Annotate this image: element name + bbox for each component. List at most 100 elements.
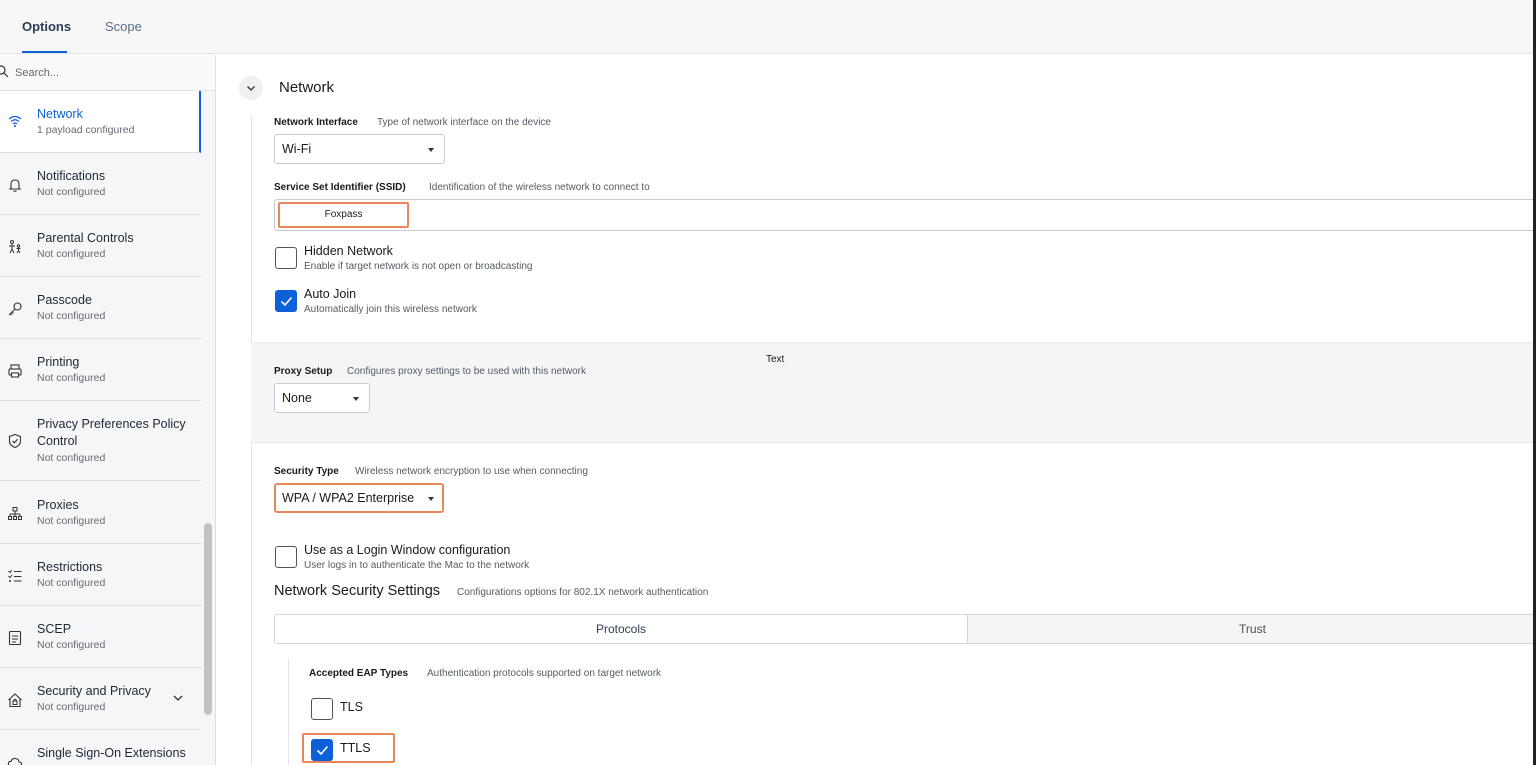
checklist-icon xyxy=(8,569,22,582)
proxy-setup-value: None xyxy=(282,391,312,405)
network-tree-icon xyxy=(8,507,22,520)
sidebar-item-title: Notifications xyxy=(37,169,106,183)
tab-trust[interactable]: Trust xyxy=(967,615,1536,643)
sidebar-item-subtitle: 1 payload configured xyxy=(37,124,135,136)
ssid-label: Service Set Identifier (SSID) xyxy=(274,182,406,193)
auto-join-description: Automatically join this wireless network xyxy=(304,304,477,315)
chevron-down-icon[interactable] xyxy=(172,694,184,702)
network-security-tabs: Protocols Trust xyxy=(274,614,1536,644)
network-interface-description: Type of network interface on the device xyxy=(377,117,551,128)
security-type-label: Security Type xyxy=(274,466,339,477)
sidebar-item-title: Proxies xyxy=(37,498,79,512)
sidebar-item-title: Passcode xyxy=(37,293,92,307)
sidebar-item-title: Restrictions xyxy=(37,560,103,574)
login-window-description: User logs in to authenticate the Mac to … xyxy=(304,560,530,571)
sidebar-item-notifications[interactable]: Notifications Not configured xyxy=(0,153,201,215)
sidebar-item-security-and-privacy[interactable]: Security and Privacy Not configured xyxy=(0,668,201,730)
eap-types-label: Accepted EAP Types xyxy=(309,668,409,679)
sidebar-item-subtitle: Not configured xyxy=(37,372,106,384)
sidebar-item-subtitle: Not configured xyxy=(37,577,106,589)
sidebar-item-privacy-preferences[interactable]: Privacy Preferences Policy Control Not c… xyxy=(0,401,201,481)
ssid-description: Identification of the wireless network t… xyxy=(429,182,650,193)
sidebar-item-proxies[interactable]: Proxies Not configured xyxy=(0,481,201,544)
checkmark-icon xyxy=(316,745,329,756)
search-input[interactable] xyxy=(15,64,205,82)
sidebar-item-single-sign-on[interactable]: Single Sign-On Extensions xyxy=(0,730,201,765)
sidebar-item-subtitle: Not configured xyxy=(37,186,106,198)
security-type-value: WPA / WPA2 Enterprise xyxy=(282,491,415,505)
eap-tls-checkbox[interactable] xyxy=(311,698,333,720)
login-window-label: Use as a Login Window configuration xyxy=(304,543,511,557)
chevron-down-icon xyxy=(247,86,255,91)
hidden-network-checkbox[interactable] xyxy=(275,247,297,269)
sidebar-item-subtitle: Not configured xyxy=(37,639,106,651)
security-type-description: Wireless network encryption to use when … xyxy=(355,466,588,477)
collapse-section-button[interactable] xyxy=(239,76,263,100)
ssid-input[interactable]: Foxpass xyxy=(274,199,1536,231)
eap-divider xyxy=(288,659,289,765)
sidebar-item-title: Single Sign-On Extensions xyxy=(37,746,186,760)
stray-text-label: Text xyxy=(766,354,785,365)
proxy-setup-description: Configures proxy settings to be used wit… xyxy=(347,366,587,377)
tab-options[interactable]: Options xyxy=(22,19,71,34)
payload-editor: Network Network Interface Type of networ… xyxy=(216,55,1536,765)
sidebar-scrollbar[interactable] xyxy=(204,523,212,715)
sidebar-item-subtitle: Not configured xyxy=(37,452,106,464)
sidebar-item-subtitle: Not configured xyxy=(37,515,106,527)
sidebar-item-title: SCEP xyxy=(37,622,72,636)
printer-icon xyxy=(8,364,22,378)
section-title: Network xyxy=(279,79,335,96)
auto-join-label: Auto Join xyxy=(304,287,357,301)
payload-sidebar: Network 1 payload configured Notificatio… xyxy=(0,55,216,765)
active-tab-indicator xyxy=(22,51,67,53)
hidden-network-description: Enable if target network is not open or … xyxy=(304,261,533,272)
sidebar-item-title: Privacy Preferences Policy Control xyxy=(37,417,186,448)
sidebar-item-title: Network xyxy=(37,107,83,121)
sidebar-item-network[interactable]: Network 1 payload configured xyxy=(0,91,201,153)
proxy-section xyxy=(251,342,1536,443)
network-security-title: Network Security Settings xyxy=(274,583,441,599)
tab-scope[interactable]: Scope xyxy=(105,19,142,34)
eap-ttls-label: TTLS xyxy=(340,741,371,755)
checkmark-icon xyxy=(280,296,293,307)
dropdown-caret-icon xyxy=(428,497,434,501)
sidebar-item-subtitle: Not configured xyxy=(37,310,106,322)
cloud-icon xyxy=(7,757,23,765)
security-type-select[interactable]: WPA / WPA2 Enterprise xyxy=(274,483,444,513)
auto-join-checkbox[interactable] xyxy=(275,290,297,312)
sidebar-item-title: Printing xyxy=(37,355,80,369)
sidebar-item-scep[interactable]: SCEP Not configured xyxy=(0,606,201,668)
sidebar-item-title: Parental Controls xyxy=(37,231,134,245)
network-security-description: Configurations options for 802.1X networ… xyxy=(457,587,709,598)
proxy-setup-label: Proxy Setup xyxy=(274,366,333,377)
login-window-checkbox[interactable] xyxy=(275,546,297,568)
sidebar-item-passcode[interactable]: Passcode Not configured xyxy=(0,277,201,339)
key-icon xyxy=(8,302,22,316)
sidebar-search xyxy=(0,55,215,91)
sidebar-item-parental-controls[interactable]: Parental Controls Not configured xyxy=(0,215,201,277)
network-interface-value: Wi-Fi xyxy=(282,142,312,156)
network-interface-label: Network Interface xyxy=(274,117,358,128)
wifi-icon xyxy=(8,115,22,127)
sidebar-item-printing[interactable]: Printing Not configured xyxy=(0,339,201,401)
top-tab-bar: Options Scope xyxy=(0,0,1536,54)
eap-tls-label: TLS xyxy=(340,700,363,714)
sidebar-item-subtitle: Not configured xyxy=(37,248,106,260)
eap-ttls-checkbox[interactable] xyxy=(311,739,333,761)
ssid-value: Foxpass xyxy=(278,202,409,228)
sidebar-item-subtitle: Not configured xyxy=(37,701,106,713)
bell-icon xyxy=(8,179,22,192)
shield-icon xyxy=(8,433,22,449)
family-icon xyxy=(9,240,21,254)
network-interface-select[interactable]: Wi-Fi xyxy=(274,134,445,164)
hidden-network-label: Hidden Network xyxy=(304,244,393,258)
house-lock-icon xyxy=(8,693,22,708)
dropdown-caret-icon xyxy=(353,397,359,401)
proxy-setup-select[interactable]: None xyxy=(274,383,370,413)
sidebar-item-restrictions[interactable]: Restrictions Not configured xyxy=(0,544,201,606)
search-icon xyxy=(0,65,9,78)
eap-types-description: Authentication protocols supported on ta… xyxy=(427,668,662,679)
dropdown-caret-icon xyxy=(428,148,434,152)
certificate-icon xyxy=(8,630,22,646)
tab-protocols[interactable]: Protocols xyxy=(275,615,967,643)
